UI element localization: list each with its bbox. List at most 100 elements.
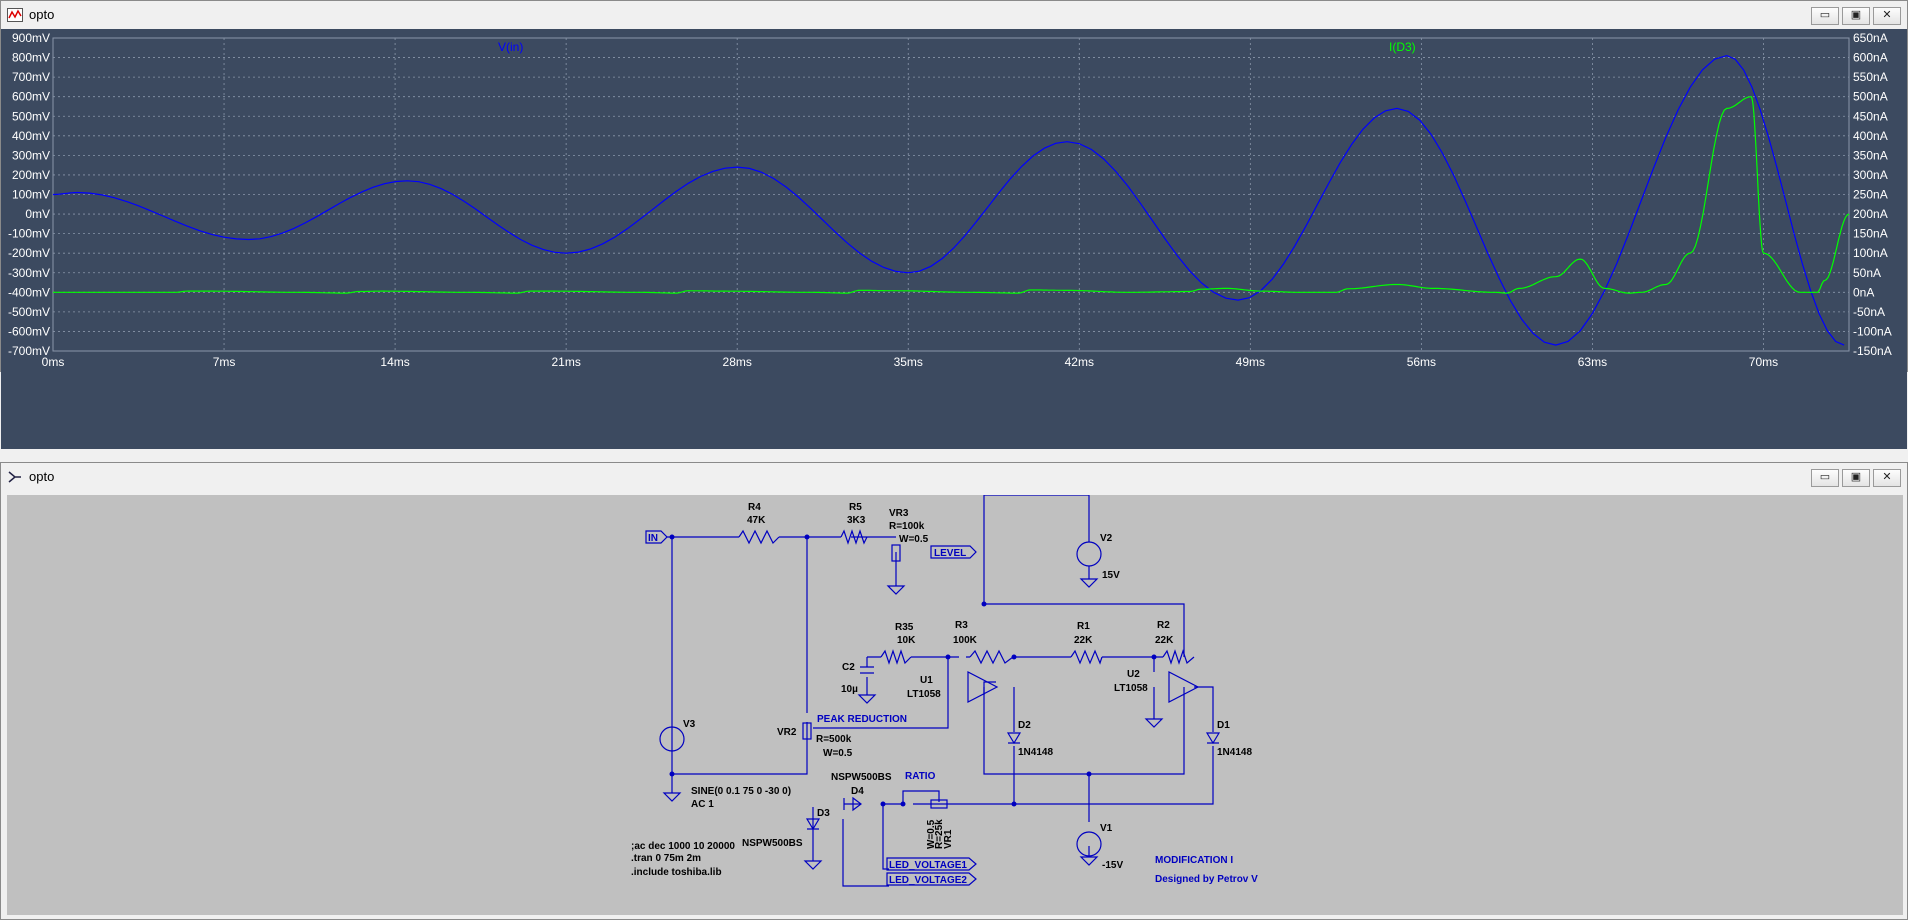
d4-value-label: NSPW500BS [831, 772, 892, 783]
waveform-plot-pane[interactable]: 900mV 650nA 800mV 600nA 700mV 550nA 600mV 500nA… [1, 29, 1907, 449]
r2-name-label: R2 [1157, 620, 1170, 631]
d4-name-label: D4 [851, 786, 864, 797]
schematic-drawing[interactable]: R4 47K R5 3K3 VR3 R=100k W=0.5 V2 15V R3… [7, 495, 1903, 915]
left-axis-tick-label: -100mV [8, 227, 50, 241]
legend-label-id3: I(D3) [1389, 40, 1416, 54]
x-axis-tick-label: 49ms [1236, 355, 1265, 369]
right-axis-tick-label: 500nA [1853, 90, 1888, 104]
schematic-canvas[interactable]: R4 47K R5 3K3 VR3 R=100k W=0.5 V2 15V R3… [7, 495, 1903, 915]
right-axis-tick-label: 0nA [1853, 285, 1874, 299]
designer-note: Designed by Petrov V [1155, 874, 1258, 885]
schematic-minimize-button[interactable]: ▭ [1811, 469, 1839, 487]
schematic-titlebar[interactable]: opto ▭ ▣ ✕ [1, 463, 1907, 491]
u1-value-label: LT1058 [907, 689, 941, 700]
led-voltage2-label: LED_VOLTAGE2 [889, 875, 967, 886]
right-axis-tick-label: 450nA [1853, 109, 1888, 123]
r35-name-label: R35 [895, 622, 914, 633]
right-axis-tick-label: 350nA [1853, 148, 1888, 162]
c2-value-label: 10µ [841, 684, 858, 695]
left-axis-tick-label: 500mV [12, 109, 50, 123]
wire [867, 656, 959, 672]
capacitor-c2 [860, 666, 874, 674]
left-axis-tick-label: -500mV [8, 305, 50, 319]
d3-value-label: NSPW500BS [742, 838, 803, 849]
x-axis-tick-label: 7ms [213, 355, 236, 369]
left-axis-tick-label: 100mV [12, 188, 50, 202]
plot-close-button[interactable]: ✕ [1873, 7, 1901, 25]
schematic-window-title: opto [29, 469, 55, 484]
x-axis-tick-label: 42ms [1065, 355, 1094, 369]
right-axis-tick-label: -150nA [1853, 344, 1892, 358]
resistor-r2 [1162, 649, 1195, 665]
x-axis-tick-label: 14ms [380, 355, 409, 369]
left-axis-tick-label: -400mV [8, 285, 50, 299]
d2-value-label: 1N4148 [1018, 747, 1053, 758]
spice-directive: .tran 0 75m 2m [631, 853, 701, 864]
right-axis-tick-label: 50nA [1853, 266, 1881, 280]
left-axis-tick-label: -600mV [8, 324, 50, 338]
level-flag-label: LEVEL [934, 548, 966, 559]
plot-window: opto ▭ ▣ ✕ 900mV 650nA 800mV 600nA 700mV 550n… [0, 0, 1908, 449]
legend-label-vin: V(in) [498, 40, 523, 54]
r1-name-label: R1 [1077, 621, 1090, 632]
plot-restore-button[interactable]: ▣ [1842, 7, 1870, 25]
c2-name-label: C2 [842, 662, 855, 673]
left-axis-tick-label: 800mV [12, 51, 50, 65]
right-axis-tick-label: 200nA [1853, 207, 1888, 221]
u2-name-label: U2 [1127, 669, 1140, 680]
vr2-r-label: R=500k [816, 734, 852, 745]
wire [667, 536, 897, 586]
peak-reduction-label: PEAK REDUCTION [817, 714, 907, 725]
x-axis-tick-label: 21ms [551, 355, 580, 369]
left-axis-tick-label: 900mV [12, 31, 50, 45]
v3-name-label: V3 [683, 719, 696, 730]
ground-symbol [803, 860, 823, 870]
right-axis-tick-label: 650nA [1853, 31, 1888, 45]
resistor-r3 [969, 649, 1014, 665]
plot-titlebar[interactable]: opto ▭ ▣ ✕ [1, 1, 1907, 29]
d1-value-label: 1N4148 [1217, 747, 1252, 758]
schematic-restore-button[interactable]: ▣ [1842, 469, 1870, 487]
led-voltage1-label: LED_VOLTAGE1 [889, 860, 967, 871]
r3-name-label: R3 [955, 620, 968, 631]
modification-note: MODIFICATION I [1155, 855, 1233, 866]
schematic-close-button[interactable]: ✕ [1873, 469, 1901, 487]
resistor-r35 [880, 649, 912, 665]
waveform-chart[interactable]: 900mV 650nA 800mV 600nA 700mV 550nA 600mV 500nA… [1, 29, 1907, 371]
v1-name-label: V1 [1100, 823, 1113, 834]
left-axis-tick-label: 300mV [12, 148, 50, 162]
left-axis-tick-label: 700mV [12, 70, 50, 84]
schematic-window: opto ▭ ▣ ✕ R4 47K R5 3K3 VR3 R=100k W=0.… [0, 462, 1908, 920]
vr2-w-label: W=0.5 [823, 748, 853, 759]
right-axis-tick-label: -100nA [1853, 324, 1892, 338]
left-axis-tick-label: 600mV [12, 90, 50, 104]
d1-name-label: D1 [1217, 720, 1230, 731]
r3-value-label: 100K [953, 635, 978, 646]
wire [983, 495, 1185, 657]
x-axis-tick-label: 56ms [1407, 355, 1436, 369]
right-axis-tick-label: 600nA [1853, 51, 1888, 65]
spice-directive: ;ac dec 1000 10 20000 [631, 841, 735, 852]
v3-value-label: SINE(0 0.1 75 0 -30 0) [691, 786, 791, 797]
x-axis-tick-label: 70ms [1749, 355, 1778, 369]
right-axis-tick-label: 250nA [1853, 188, 1888, 202]
r5-value-label: 3K3 [847, 515, 866, 526]
right-axis-tick-label: 550nA [1853, 70, 1888, 84]
x-axis-tick-label: 0ms [42, 355, 65, 369]
wire [671, 537, 808, 793]
r4-name-label: R4 [748, 502, 761, 513]
right-axis-tick-label: 100nA [1853, 246, 1888, 260]
plot-minimize-button[interactable]: ▭ [1811, 7, 1839, 25]
right-axis-tick-label: 300nA [1853, 168, 1888, 182]
d3-name-label: D3 [817, 808, 830, 819]
resistor-r4 [738, 529, 780, 545]
series-line-vin [53, 54, 1845, 346]
v2-name-label: V2 [1100, 533, 1113, 544]
left-axis-tick-label: 0mV [25, 207, 50, 221]
diode-d2 [1006, 732, 1022, 745]
ground-symbol [857, 694, 877, 704]
left-axis-tick-label: -200mV [8, 246, 50, 260]
r1-value-label: 22K [1074, 635, 1093, 646]
ground-symbol [886, 585, 906, 595]
vr3-name-label: VR3 [889, 508, 909, 519]
